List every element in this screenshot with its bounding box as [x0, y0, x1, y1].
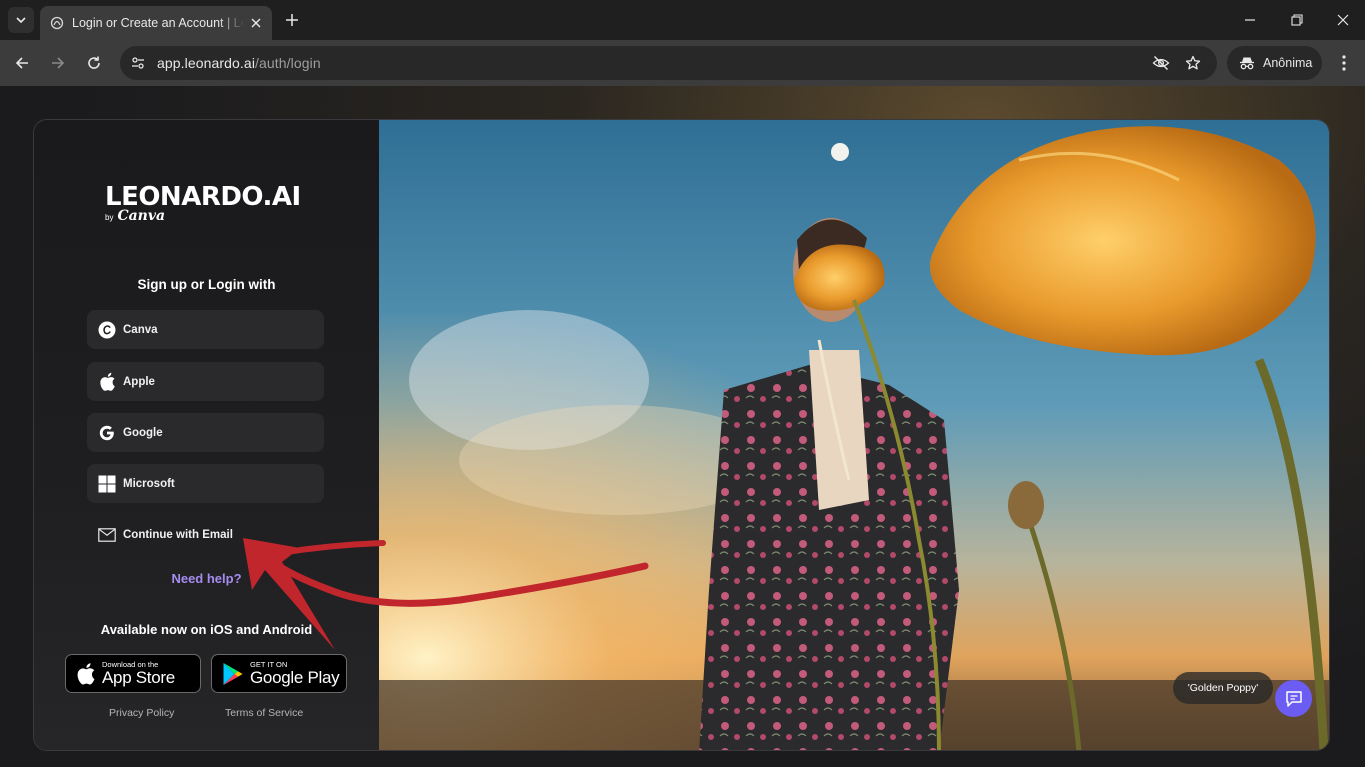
need-help-link[interactable]: Need help?: [34, 571, 379, 586]
login-apple-label: Apple: [123, 375, 155, 388]
browser-toolbar: app.leonardo.ai/auth/login Anônima: [0, 40, 1365, 86]
app-store-text: Download on the App Store: [102, 661, 175, 687]
profile-label: Anônima: [1263, 56, 1313, 70]
login-apple-button[interactable]: Apple: [87, 362, 324, 401]
login-panel: LEONARDO.AI by Canva Sign up or Login wi…: [34, 120, 379, 750]
address-bar[interactable]: app.leonardo.ai/auth/login: [120, 46, 1217, 80]
apple-icon: [77, 663, 95, 685]
star-icon: [1185, 55, 1201, 70]
new-tab-button[interactable]: [282, 10, 302, 30]
app-store-button[interactable]: Download on the App Store: [65, 654, 201, 693]
login-canva-label: Canva: [123, 323, 158, 336]
reload-button[interactable]: [82, 51, 106, 75]
close-icon: [251, 18, 261, 28]
available-mobile-text: Available now on iOS and Android: [100, 622, 313, 637]
arrow-right-icon: [52, 57, 65, 69]
login-canva-button[interactable]: Canva: [87, 310, 324, 349]
url-path: /auth/login: [255, 55, 321, 71]
google-play-text: GET IT ON Google Play: [250, 659, 340, 688]
close-window-button[interactable]: [1331, 8, 1355, 32]
terms-of-service-link[interactable]: Terms of Service: [225, 707, 303, 719]
incognito-icon: [1240, 57, 1254, 70]
canva-icon: [97, 320, 117, 340]
tune-icon: [132, 57, 144, 69]
google-play-button[interactable]: GET IT ON Google Play: [211, 654, 347, 693]
chevron-down-icon: [16, 17, 26, 24]
login-email-label: Continue with Email: [123, 528, 233, 541]
google-play-small-text: GET IT ON: [250, 659, 288, 669]
tab-search-button[interactable]: [8, 7, 34, 33]
browser-tab-active[interactable]: Login or Create an Account | Leonardo.Ai: [40, 6, 272, 40]
hero-illustration: [379, 120, 1329, 750]
reload-icon: [88, 56, 100, 69]
eye-off-icon: [1152, 56, 1170, 70]
google-play-icon: [223, 662, 243, 685]
login-microsoft-button[interactable]: Microsoft: [87, 464, 324, 503]
google-play-big-text: Google Play: [250, 668, 340, 688]
plus-icon: [286, 14, 298, 26]
restore-icon: [1291, 14, 1303, 26]
hero-image: [379, 120, 1329, 750]
apple-icon: [97, 372, 117, 392]
tab-close-button[interactable]: [248, 15, 264, 31]
login-email-button[interactable]: Continue with Email: [87, 515, 324, 554]
page-viewport: LEONARDO.AI by Canva Sign up or Login wi…: [0, 86, 1365, 767]
more-vertical-icon: [1342, 55, 1346, 71]
site-info-button[interactable]: [124, 49, 152, 77]
minimize-button[interactable]: [1238, 8, 1262, 32]
login-card: LEONARDO.AI by Canva Sign up or Login wi…: [33, 119, 1330, 751]
tracking-protection-button[interactable]: [1149, 51, 1173, 75]
minimize-icon: [1245, 19, 1255, 21]
bookmark-star-button[interactable]: [1181, 51, 1205, 75]
chat-support-button[interactable]: [1275, 680, 1312, 717]
restore-button[interactable]: [1285, 8, 1309, 32]
app-store-small-text: Download on the: [102, 659, 159, 669]
profile-button[interactable]: Anônima: [1227, 46, 1322, 80]
login-google-label: Google: [123, 426, 163, 439]
logo-canva-text: Canva: [117, 208, 166, 224]
login-google-button[interactable]: Google: [87, 413, 324, 452]
close-icon: [1337, 14, 1349, 26]
tab-title: Login or Create an Account | Leonardo.Ai: [72, 16, 244, 30]
app-store-big-text: App Store: [102, 668, 175, 688]
privacy-policy-link[interactable]: Privacy Policy: [109, 707, 174, 719]
arrow-left-icon: [15, 57, 28, 69]
login-microsoft-label: Microsoft: [123, 477, 175, 490]
url-host: app.leonardo.ai: [157, 55, 256, 71]
leonardo-favicon-icon: [50, 16, 64, 30]
microsoft-icon: [97, 474, 117, 494]
image-caption-badge[interactable]: 'Golden Poppy': [1173, 672, 1273, 704]
mail-icon: [97, 525, 117, 545]
forward-button[interactable]: [46, 51, 70, 75]
logo-by-text: by: [105, 213, 114, 222]
signup-title: Sign up or Login with: [137, 277, 276, 292]
google-icon: [97, 423, 117, 443]
chat-icon: [1285, 690, 1302, 707]
back-button[interactable]: [10, 51, 34, 75]
browser-menu-button[interactable]: [1332, 51, 1356, 75]
logo-wordmark: LEONARDO.AI: [105, 182, 301, 212]
browser-tab-bar: Login or Create an Account | Leonardo.Ai: [0, 0, 1365, 40]
leonardo-logo: LEONARDO.AI by Canva: [105, 184, 301, 224]
url-text: app.leonardo.ai/auth/login: [157, 55, 321, 71]
